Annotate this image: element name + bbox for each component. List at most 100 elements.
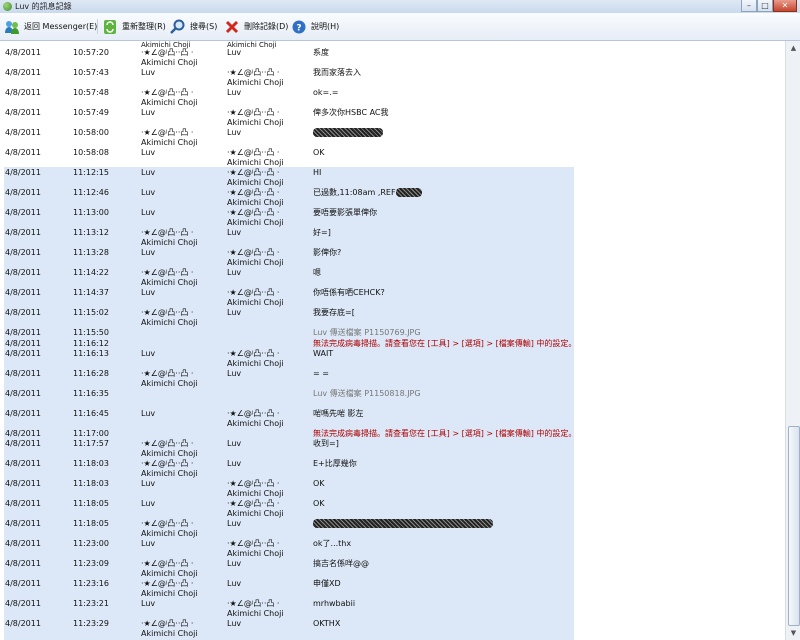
message-cell [313, 128, 383, 138]
from-line: ·★∠@ʲ凸··凸 · [141, 559, 194, 568]
table-row[interactable]: 4/8/2011 11:12:46 Luv ·★∠@ʲ凸··凸 · Akimichi C… [0, 188, 785, 208]
from-line: Luv [141, 479, 156, 488]
from-line: Luv [141, 539, 156, 548]
table-row[interactable]: 4/8/2011 11:16:28 ·★∠@ʲ凸··凸 · Akimichi Choj… [0, 369, 785, 389]
table-row[interactable]: 4/8/2011 10:57:20 ·★∠@ʲ凸··凸 · Akimichi Choj… [0, 48, 785, 68]
to-line: Luv [227, 228, 242, 237]
to-cell: Luv [227, 228, 241, 238]
time-cell: 11:13:00 [73, 208, 109, 217]
table-row[interactable]: 4/8/2011 11:18:05 ·★∠@ʲ凸··凸 · Akimichi Choj… [0, 519, 785, 539]
file-transfer-message: Luv 傳送檔案 P1150769.JPG [313, 328, 421, 338]
table-row[interactable]: 4/8/2011 11:18:03 ·★∠@ʲ凸··凸 · Akimichi Choj… [0, 459, 785, 479]
message-cell: 已過數,11:08am ,REF [313, 188, 422, 198]
table-row[interactable]: 4/8/2011 11:23:21 Luv ·★∠@ʲ凸··凸 · Akimichi C… [0, 599, 785, 619]
close-button[interactable]: ✕ [773, 0, 797, 12]
help-button[interactable]: ? 說明(H) [291, 18, 339, 35]
message-text: ok=.= [313, 88, 339, 97]
to-line: Luv [227, 519, 242, 528]
delete-history-label: 刪除記錄(D) [244, 22, 289, 31]
table-row[interactable]: 4/8/2011 11:17:57 ·★∠@ʲ凸··凸 · Akimichi Choj… [0, 439, 785, 459]
from-line: Luv [141, 188, 156, 197]
table-row[interactable]: 4/8/2011 11:16:45 Luv ·★∠@ʲ凸··凸 · Akimichi C… [0, 409, 785, 429]
table-row[interactable]: 4/8/2011 11:23:29 ·★∠@ʲ凸··凸 · Akimichi Choj… [0, 619, 785, 639]
table-row[interactable]: 4/8/2011 11:14:37 Luv ·★∠@ʲ凸··凸 · Akimichi C… [0, 288, 785, 308]
from-line: ·★∠@ʲ凸··凸 · [141, 439, 194, 448]
from-line: ·★∠@ʲ凸··凸 · [141, 48, 194, 57]
from-cell: ·★∠@ʲ凸··凸 · Akimichi Choji [141, 308, 198, 328]
date-cell: 4/8/2011 [5, 599, 41, 608]
time-cell: 10:57:43 [73, 68, 109, 77]
from-line: Luv [141, 68, 156, 77]
table-row[interactable]: 4/8/2011 10:57:49 Luv ·★∠@ʲ凸··凸 · Akimichi C… [0, 108, 785, 128]
from-line: ·★∠@ʲ凸··凸 · [141, 579, 194, 588]
to-line: Luv [227, 48, 242, 57]
from-line: Luv [141, 168, 156, 177]
message-history-list: Akimichi Choji Akimichi Choji 4/8/2011 10… [0, 41, 785, 640]
from-cell: Luv [141, 168, 155, 178]
to-line: Luv [227, 369, 242, 378]
table-row[interactable]: 4/8/2011 11:23:16 ·★∠@ʲ凸··凸 · Akimichi Choj… [0, 579, 785, 599]
table-row[interactable]: 4/8/2011 11:14:22 ·★∠@ʲ凸··凸 · Akimichi Choj… [0, 268, 785, 288]
delete-history-button[interactable]: 刪除記錄(D) [224, 18, 288, 35]
to-line: Akimichi Choji [227, 609, 284, 618]
message-text: 嗯 [313, 268, 321, 277]
time-cell: 11:14:22 [73, 268, 109, 277]
table-row[interactable]: 4/8/2011 11:23:09 ·★∠@ʲ凸··凸 · Akimichi Choj… [0, 559, 785, 579]
to-cell: Luv [227, 579, 241, 589]
table-row[interactable]: 4/8/2011 11:13:28 Luv ·★∠@ʲ凸··凸 · Akimichi C… [0, 248, 785, 268]
date-cell: 4/8/2011 [5, 369, 41, 378]
date-cell: 4/8/2011 [5, 88, 41, 97]
from-cell: ·★∠@ʲ凸··凸 · Akimichi Choji [141, 459, 198, 479]
minimize-button[interactable]: – [741, 0, 757, 12]
vertical-scrollbar[interactable]: ▲ ▼ [785, 41, 800, 640]
table-row[interactable]: 4/8/2011 11:16:13 Luv ·★∠@ʲ凸··凸 · Akimichi C… [0, 349, 785, 369]
from-line: Akimichi Choji [141, 58, 198, 67]
message-cell [313, 519, 493, 529]
search-button[interactable]: 搜尋(S) [170, 18, 217, 35]
scrollbar-thumb[interactable] [788, 426, 800, 626]
to-line: Luv [227, 619, 242, 628]
time-cell: 11:16:12 [73, 339, 109, 348]
time-cell: 11:18:03 [73, 459, 109, 468]
from-cell: ·★∠@ʲ凸··凸 · Akimichi Choji [141, 268, 198, 288]
table-row[interactable]: 4/8/2011 11:16:35 Luv 傳送檔案 P1150818.JPG [0, 389, 785, 409]
table-row[interactable]: 4/8/2011 11:18:03 Luv ·★∠@ʲ凸··凸 · Akimichi C… [0, 479, 785, 499]
to-line: ·★∠@ʲ凸··凸 · [227, 248, 280, 257]
to-cell: ·★∠@ʲ凸··凸 · Akimichi Choji [227, 188, 284, 208]
date-cell: 4/8/2011 [5, 48, 41, 57]
scroll-down-arrow-icon[interactable]: ▼ [786, 626, 800, 640]
message-text: = = [313, 369, 329, 378]
from-line: Luv [141, 288, 156, 297]
message-text: 要唔要影張單俾你 [313, 208, 377, 217]
table-row[interactable]: 4/8/2011 11:23:00 Luv ·★∠@ʲ凸··凸 · Akimichi C… [0, 539, 785, 559]
to-line: Luv [227, 308, 242, 317]
time-cell: 11:17:00 [73, 429, 109, 438]
time-cell: 10:57:49 [73, 108, 109, 117]
from-cell: ·★∠@ʲ凸··凸 · Akimichi Choji [141, 48, 198, 68]
table-row[interactable]: 4/8/2011 11:15:02 ·★∠@ʲ凸··凸 · Akimichi Choj… [0, 308, 785, 328]
time-cell: 11:13:28 [73, 248, 109, 257]
scroll-up-arrow-icon[interactable]: ▲ [786, 41, 800, 55]
to-cell: Luv [227, 268, 241, 278]
table-row[interactable]: 4/8/2011 11:13:12 ·★∠@ʲ凸··凸 · Akimichi Choj… [0, 228, 785, 248]
refresh-label: 重新整理(R) [122, 22, 166, 31]
to-cell: Luv [227, 308, 241, 318]
table-row[interactable]: 4/8/2011 10:57:48 ·★∠@ʲ凸··凸 · Akimichi Choj… [0, 88, 785, 108]
to-line: ·★∠@ʲ凸··凸 · [227, 539, 280, 548]
table-row[interactable]: 4/8/2011 11:12:15 Luv ·★∠@ʲ凸··凸 · Akimichi C… [0, 168, 785, 188]
table-row[interactable]: 4/8/2011 10:58:00 ·★∠@ʲ凸··凸 · Akimichi Choj… [0, 128, 785, 148]
message-text: 好=] [313, 228, 331, 237]
date-cell: 4/8/2011 [5, 288, 41, 297]
back-to-messenger-button[interactable]: 返回 Messenger(E) [4, 18, 97, 35]
table-row[interactable]: 4/8/2011 10:58:08 Luv ·★∠@ʲ凸··凸 · Akimichi C… [0, 148, 785, 168]
from-cell: Luv [141, 148, 155, 158]
table-row[interactable]: 4/8/2011 10:57:43 Luv ·★∠@ʲ凸··凸 · Akimichi C… [0, 68, 785, 88]
message-cell: ok=.= [313, 88, 338, 98]
table-row[interactable]: 4/8/2011 11:18:05 Luv ·★∠@ʲ凸··凸 · Akimichi C… [0, 499, 785, 519]
table-row[interactable]: 4/8/2011 11:13:00 Luv ·★∠@ʲ凸··凸 · Akimichi C… [0, 208, 785, 228]
to-cell: ·★∠@ʲ凸··凸 · Akimichi Choji [227, 208, 284, 228]
date-cell: 4/8/2011 [5, 499, 41, 508]
refresh-button[interactable]: 重新整理(R) [102, 18, 166, 35]
from-line: Akimichi Choji [141, 138, 198, 147]
maximize-button[interactable]: □ [757, 0, 773, 12]
